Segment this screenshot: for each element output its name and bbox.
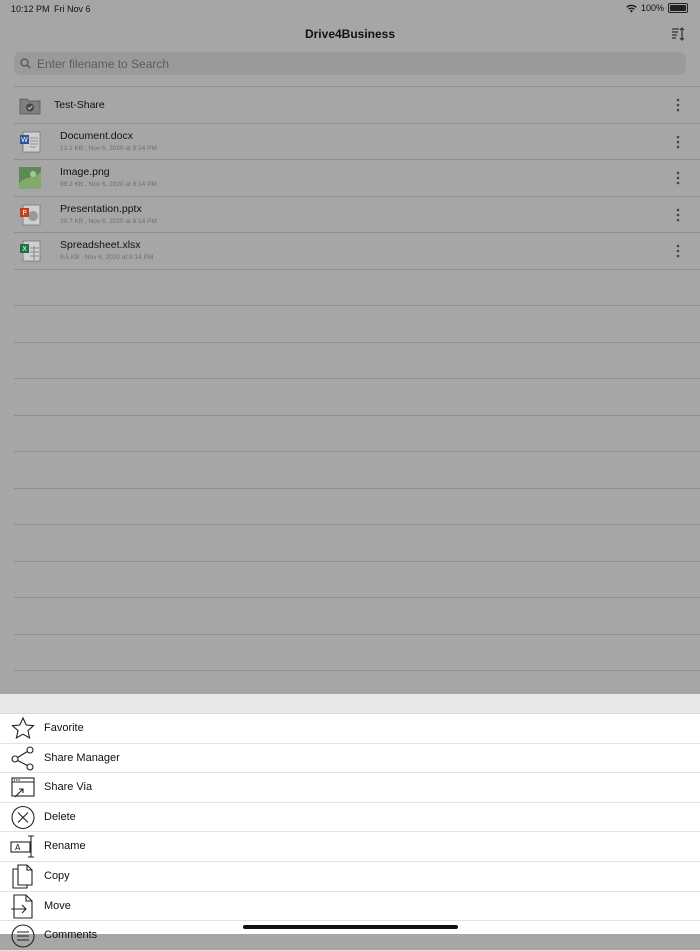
copy-icon — [12, 864, 33, 889]
list-item-file[interactable]: Image.png 89.2 KB , Nov 6, 2020 at 8:14 … — [14, 160, 700, 197]
empty-row — [14, 525, 700, 562]
home-indicator[interactable] — [243, 925, 458, 929]
powerpoint-document-icon: P — [20, 204, 41, 225]
move-icon — [11, 894, 33, 919]
list-item-file[interactable]: P Presentation.pptx 30.7 KB , Nov 6, 202… — [14, 197, 700, 233]
battery-percent: 100% — [640, 3, 664, 13]
share-via-icon — [11, 777, 35, 798]
search-icon — [20, 58, 31, 69]
excel-document-icon: X — [20, 240, 41, 262]
more-options-icon[interactable] — [676, 98, 680, 112]
action-share-via[interactable]: Share Via — [0, 773, 700, 803]
file-meta: 30.7 KB , Nov 6, 2020 at 8:14 PM — [60, 217, 157, 225]
file-name: Document.docx — [60, 129, 133, 142]
list-item-folder[interactable]: Test-Share — [14, 86, 700, 124]
battery-icon — [668, 3, 688, 13]
word-document-icon: W — [20, 131, 41, 152]
empty-row — [14, 306, 700, 343]
list-item-file[interactable]: W Document.docx 13.1 KB , Nov 6, 2020 at… — [14, 124, 700, 160]
svg-text:X: X — [22, 245, 27, 253]
action-rename[interactable]: A Rename — [0, 832, 700, 862]
status-time: 10:12 PM — [11, 4, 50, 14]
file-name: Presentation.pptx — [60, 202, 142, 215]
svg-text:W: W — [21, 136, 28, 144]
action-label: Copy — [44, 869, 70, 882]
action-label: Delete — [44, 810, 76, 823]
action-sheet: Favorite Share Manager Share Via Delete … — [0, 694, 700, 951]
navigation-bar: Drive4Business — [0, 22, 700, 46]
image-thumbnail-icon — [19, 167, 41, 189]
svg-text:P: P — [22, 209, 26, 217]
action-label: Move — [44, 899, 71, 912]
search-input[interactable] — [35, 55, 639, 72]
more-options-icon[interactable] — [676, 208, 680, 222]
more-options-icon[interactable] — [676, 244, 680, 258]
file-name: Test-Share — [54, 99, 105, 111]
status-date: Fri Nov 6 — [54, 4, 91, 14]
action-move[interactable]: Move — [0, 892, 700, 922]
share-nodes-icon — [11, 746, 34, 771]
empty-row — [14, 379, 700, 416]
action-favorite[interactable]: Favorite — [0, 714, 700, 744]
more-options-icon[interactable] — [676, 135, 680, 149]
empty-row — [14, 452, 700, 489]
action-label: Rename — [44, 840, 86, 853]
empty-row — [14, 416, 700, 452]
empty-row — [14, 562, 700, 598]
action-label: Share Manager — [44, 751, 120, 764]
empty-row — [14, 598, 700, 635]
file-meta: 89.2 KB , Nov 6, 2020 at 8:14 PM — [60, 181, 157, 188]
action-label: Share Via — [44, 781, 93, 794]
comments-icon — [11, 924, 35, 948]
status-bar: 10:12 PM Fri Nov 6 100% — [0, 0, 700, 18]
star-icon — [11, 716, 35, 739]
action-delete[interactable]: Delete — [0, 803, 700, 833]
page-title: Drive4Business — [304, 27, 396, 41]
file-meta: 9.5 KB , Nov 6, 2020 at 8:14 PM — [60, 254, 154, 261]
delete-circle-x-icon — [11, 805, 35, 829]
more-options-icon[interactable] — [676, 171, 680, 185]
action-label: Comments — [44, 929, 98, 942]
list-item-file[interactable]: X Spreadsheet.xlsx 9.5 KB , Nov 6, 2020 … — [14, 233, 700, 270]
file-list: Test-Share W Document.docx 13.1 KB , Nov… — [14, 86, 700, 708]
empty-row — [14, 343, 700, 379]
file-name: Image.png — [60, 166, 110, 178]
search-bar[interactable] — [14, 52, 686, 75]
action-label: Favorite — [44, 722, 84, 734]
empty-row — [14, 270, 700, 306]
file-name: Spreadsheet.xlsx — [60, 239, 141, 251]
action-copy[interactable]: Copy — [0, 862, 700, 892]
sort-icon[interactable] — [670, 26, 686, 42]
svg-text:A: A — [15, 843, 21, 852]
empty-row — [14, 635, 700, 671]
wifi-icon — [626, 4, 637, 12]
shared-folder-icon — [19, 98, 41, 115]
action-share-manager[interactable]: Share Manager — [0, 744, 700, 774]
rename-icon: A — [10, 835, 34, 858]
file-meta: 13.1 KB , Nov 6, 2020 at 8:14 PM — [60, 144, 157, 152]
empty-row — [14, 489, 700, 525]
sheet-header — [0, 694, 700, 714]
